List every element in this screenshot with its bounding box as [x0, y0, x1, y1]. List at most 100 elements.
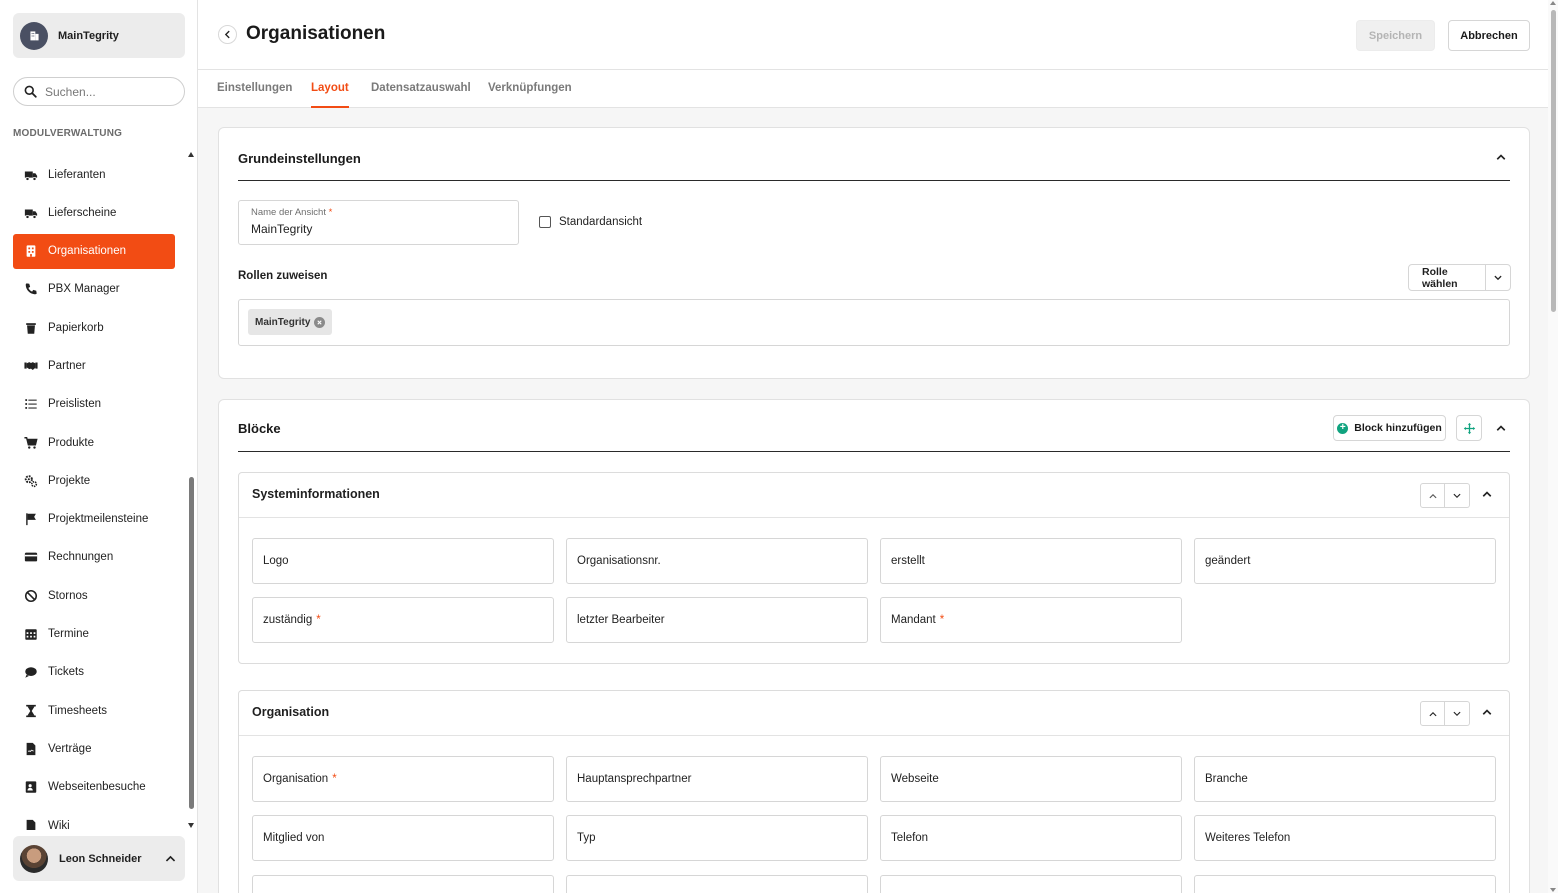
sidebar-item-tickets[interactable]: Tickets	[13, 655, 175, 690]
search-box[interactable]	[13, 77, 185, 106]
role-select[interactable]: Rolle wählen	[1408, 264, 1511, 291]
layout-field[interactable]: letzter Bearbeiter	[566, 597, 868, 643]
tab-layout[interactable]: Layout	[311, 82, 349, 108]
field-label: Weiteres Telefon	[1205, 832, 1291, 844]
layout-field[interactable]: Typ	[566, 815, 868, 861]
cancel-button[interactable]: Abbrechen	[1448, 20, 1530, 51]
default-view-checkbox[interactable]: Standardansicht	[539, 216, 642, 228]
ban-icon	[24, 589, 37, 602]
save-button[interactable]: Speichern	[1356, 20, 1435, 51]
sidebar-item-lieferscheine[interactable]: Lieferscheine	[13, 195, 175, 230]
search-input[interactable]	[45, 84, 165, 99]
sidebar-item-timesheets[interactable]: Timesheets	[13, 693, 175, 728]
layout-field[interactable]: Telefon	[880, 815, 1182, 861]
layout-field[interactable]: Hauptansprechpartner	[566, 756, 868, 802]
sidebar-item-label: Lieferanten	[48, 168, 106, 181]
sidebar-item-label: Produkte	[48, 436, 95, 449]
sidebar-item-projekte[interactable]: Projekte	[13, 463, 175, 498]
truck-icon	[24, 209, 37, 219]
scroll-thumb[interactable]	[1551, 10, 1556, 312]
tab-einstellungen[interactable]: Einstellungen	[217, 82, 292, 108]
layout-field[interactable]: erstellt	[880, 538, 1182, 584]
move-up-button[interactable]	[1420, 483, 1445, 508]
move-down-button[interactable]	[1445, 483, 1470, 508]
layout-field[interactable]	[1194, 875, 1496, 893]
remove-chip-button[interactable]	[314, 316, 326, 328]
scroll-down-arrow-icon[interactable]	[1550, 888, 1556, 892]
sidebar-item-vertraege[interactable]: Verträge	[13, 731, 175, 766]
field-label: Webseite	[891, 773, 939, 785]
field-label: Mandant	[891, 614, 936, 626]
layout-field[interactable]	[880, 875, 1182, 893]
layout-field[interactable]	[566, 875, 868, 893]
building-icon	[29, 31, 39, 41]
chevron-up-icon	[1428, 493, 1437, 498]
role-select-label: Rolle wählen	[1422, 265, 1458, 290]
sidebar-item-produkte[interactable]: Produkte	[13, 425, 175, 460]
page-scrollbar[interactable]	[1548, 0, 1558, 893]
layout-field[interactable]: Weiteres Telefon	[1194, 815, 1496, 861]
sidebar-item-label: Termine	[48, 628, 89, 641]
scroll-down-arrow-icon[interactable]	[188, 823, 194, 828]
layout-field[interactable]: Logo	[252, 538, 554, 584]
hourglass-icon	[25, 704, 36, 717]
sidebar-item-label: Wiki	[48, 819, 70, 830]
layout-field[interactable]: Mitglied von	[252, 815, 554, 861]
block-title: Systeminformationen	[252, 487, 380, 501]
collapse-button[interactable]	[1494, 150, 1508, 164]
add-block-button[interactable]: + Block hinzufügen	[1333, 415, 1446, 441]
sidebar-item-webseitenbesuche[interactable]: Webseitenbesuche	[13, 770, 175, 805]
layout-field[interactable]: Webseite	[880, 756, 1182, 802]
checkbox[interactable]	[539, 216, 551, 228]
sidebar: MainTegrity MODULVERWALTUNG Lieferanten …	[0, 0, 198, 893]
view-name-input[interactable]	[251, 222, 501, 236]
chevron-up-icon[interactable]	[164, 852, 177, 865]
back-button[interactable]	[218, 25, 237, 44]
layout-field[interactable]: geändert	[1194, 538, 1496, 584]
sidebar-item-label: Verträge	[48, 742, 92, 755]
org-switcher[interactable]: MainTegrity	[13, 13, 185, 58]
sidebar-item-partner[interactable]: Partner	[13, 348, 175, 383]
sidebar-item-wiki[interactable]: Wiki	[13, 808, 175, 830]
layout-field[interactable]: Branche	[1194, 756, 1496, 802]
view-name-field[interactable]: Name der Ansicht *	[238, 200, 519, 245]
sidebar-item-pbx-manager[interactable]: PBX Manager	[13, 272, 175, 307]
field-label: Organisation	[263, 773, 329, 785]
sidebar-item-papierkorb[interactable]: Papierkorb	[13, 310, 175, 345]
layout-field[interactable]	[252, 875, 554, 893]
field-label: erstellt	[891, 555, 925, 567]
move-button[interactable]	[1456, 415, 1482, 441]
sidebar-item-projektmeilensteine[interactable]: Projektmeilensteine	[13, 502, 175, 537]
layout-field[interactable]: Organisationsnr.	[566, 538, 868, 584]
user-menu[interactable]: Leon Schneider	[13, 836, 185, 881]
tab-datensatzauswahl[interactable]: Datensatzauswahl	[371, 82, 471, 108]
sidebar-item-stornos[interactable]: Stornos	[13, 578, 175, 613]
sidebar-item-lieferanten[interactable]: Lieferanten	[13, 157, 175, 192]
sidebar-item-termine[interactable]: Termine	[13, 617, 175, 652]
module-nav: Lieferanten Lieferscheine Organisationen…	[13, 157, 175, 830]
scroll-up-arrow-icon[interactable]	[188, 152, 194, 157]
collapse-button[interactable]	[1480, 705, 1494, 719]
sidebar-item-organisationen[interactable]: Organisationen	[13, 233, 175, 269]
sidebar-item-rechnungen[interactable]: Rechnungen	[13, 540, 175, 575]
book-icon	[26, 819, 35, 830]
collapse-button[interactable]	[1494, 421, 1508, 435]
tab-verknuepfungen[interactable]: Verknüpfungen	[488, 82, 572, 108]
sidebar-scrollbar[interactable]	[188, 150, 196, 830]
move-down-button[interactable]	[1445, 701, 1470, 726]
layout-field[interactable]: Organisation *	[252, 756, 554, 802]
sidebar-item-preislisten[interactable]: Preislisten	[13, 387, 175, 422]
scroll-up-arrow-icon[interactable]	[1550, 1, 1556, 5]
layout-field[interactable]: Mandant *	[880, 597, 1182, 643]
block-organisation: Organisation Organisation * Hauptansprech…	[238, 690, 1510, 893]
collapse-button[interactable]	[1480, 487, 1494, 501]
roles-box[interactable]: MainTegrity	[238, 299, 1510, 346]
id-card-icon	[25, 781, 36, 793]
scroll-thumb[interactable]	[189, 477, 194, 809]
org-name: MainTegrity	[58, 29, 119, 42]
field-label: Mitglied von	[263, 832, 325, 844]
layout-field[interactable]: zuständig *	[252, 597, 554, 643]
search-icon	[24, 85, 37, 98]
gears-icon	[24, 475, 37, 487]
move-up-button[interactable]	[1420, 701, 1445, 726]
